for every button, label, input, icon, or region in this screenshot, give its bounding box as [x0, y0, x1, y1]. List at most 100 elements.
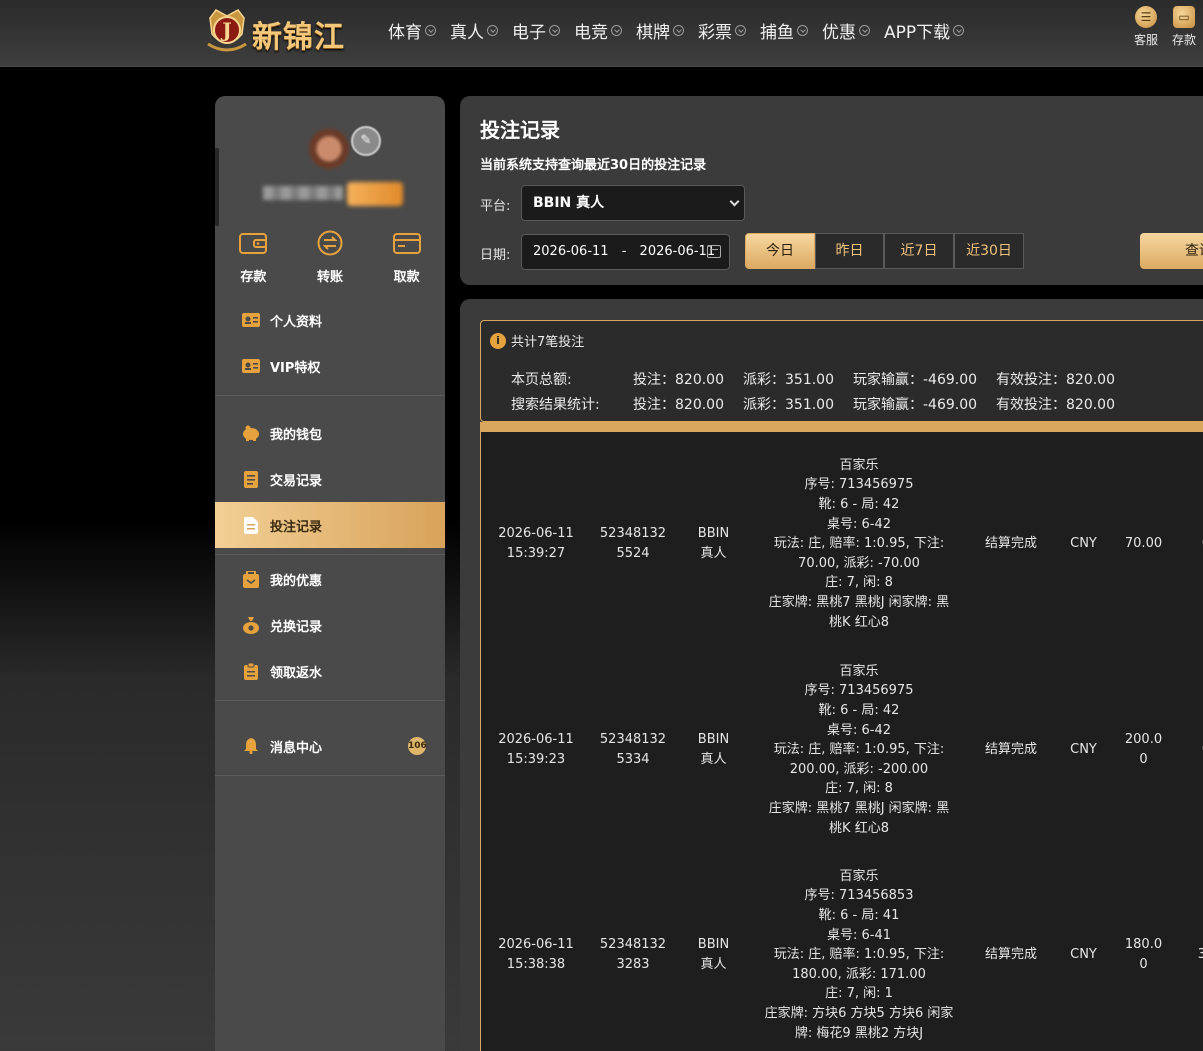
- nav-item[interactable]: 棋牌: [636, 18, 684, 43]
- bet-status-text: 结算完成: [984, 536, 1037, 552]
- sidebar-item-label: 我的优惠: [270, 573, 323, 589]
- platform-select[interactable]: BBIN 真人: [521, 185, 745, 221]
- nav-item-label: 棋牌: [636, 22, 670, 43]
- nav-item[interactable]: 捕鱼: [760, 18, 808, 43]
- bet-status-text: 结算完成: [984, 947, 1037, 963]
- customer-service-label: 客服: [1133, 33, 1158, 47]
- money-bag-icon: [242, 616, 260, 634]
- bet-detail-line: 靴: 6 - 局: 41: [818, 908, 900, 924]
- platform-label: 平台:: [480, 199, 511, 214]
- customer-service-button[interactable]: ☰ 客服: [1127, 6, 1165, 48]
- nav-item[interactable]: 优惠: [822, 18, 870, 43]
- sidebar-item[interactable]: 我的优惠: [215, 556, 445, 602]
- deposit-top-button[interactable]: ▭ 存款: [1165, 6, 1203, 48]
- sidebar-item[interactable]: 交易记录: [215, 456, 445, 502]
- nav-item[interactable]: 真人: [450, 18, 498, 43]
- bet-platform-lines: BBIN 真人: [698, 524, 729, 563]
- search-button[interactable]: 查询: [1140, 233, 1203, 269]
- bet-detail-line: 序号: 713456853: [804, 888, 914, 904]
- bet-time-line: 2026-06-11: [498, 732, 574, 748]
- deposit-label: 存款: [240, 270, 267, 285]
- summary-label: 搜索结果统计:: [511, 397, 600, 413]
- bet-status: 结算完成: [961, 650, 1061, 850]
- username-blurred: [263, 186, 343, 200]
- bet-id-line: 3283: [616, 957, 650, 972]
- withdraw-button[interactable]: 取款: [377, 230, 437, 285]
- transfer-button[interactable]: 转账: [300, 230, 360, 285]
- sidebar-item[interactable]: 投注记录: [215, 502, 445, 548]
- bet-amount-line: 0: [1139, 752, 1148, 767]
- nav-item[interactable]: APP下载: [884, 18, 965, 43]
- nav-item[interactable]: 体育: [388, 18, 436, 43]
- info-icon: i: [490, 332, 506, 349]
- sidebar-item[interactable]: VIP特权: [215, 343, 445, 389]
- sidebar-item-label: 我的钱包: [270, 427, 323, 443]
- bet-detail-line: 序号: 713456975: [804, 477, 914, 493]
- piggy-bank-icon: [242, 424, 260, 442]
- bet-detail-line: 序号: 713456975: [804, 683, 914, 699]
- bet-id: 52348132 5334: [584, 650, 682, 850]
- bet-currency-lines: CNY: [1070, 740, 1097, 760]
- summary-winloss: 玩家输赢：-469.00: [853, 372, 978, 388]
- bet-valid-amount-lines: 35: [1198, 945, 1203, 965]
- bet-amount: 200.0 0: [1111, 650, 1176, 850]
- bet-valid-amount: 0: [1176, 444, 1203, 644]
- bet-id-lines: 52348132 5524: [600, 524, 666, 563]
- site-logo[interactable]: J 新锦江: [200, 2, 360, 58]
- bet-detail-line: 靴: 6 - 局: 42: [818, 497, 900, 513]
- bet-id: 52348132 3283: [584, 855, 682, 1051]
- sidebar-scrollbar[interactable]: [215, 148, 219, 226]
- date-separator: -: [621, 244, 627, 259]
- sidebar-item[interactable]: 兑换记录: [215, 602, 445, 648]
- bet-currency-text: CNY: [1070, 742, 1097, 758]
- bet-id: 52348132 5524: [584, 444, 682, 644]
- clipboard-icon: [242, 662, 260, 680]
- nav-item[interactable]: 电子: [512, 18, 560, 43]
- nav-item[interactable]: 彩票: [698, 18, 746, 43]
- range-button[interactable]: 近30日: [954, 233, 1024, 269]
- quick-range-buttons: 今日 昨日 近7日 近30日: [745, 233, 1024, 269]
- bet-currency: CNY: [1051, 444, 1116, 644]
- sidebar-item[interactable]: 我的钱包: [215, 410, 445, 456]
- bet-time-lines: 2026-06-11 15:39:27: [498, 524, 574, 563]
- avatar[interactable]: [303, 129, 355, 181]
- quick-actions: 存款 转账 取款: [215, 230, 445, 285]
- bet-currency-text: CNY: [1070, 536, 1097, 552]
- bet-platform-line: 真人: [700, 752, 727, 767]
- range-button[interactable]: 近7日: [884, 233, 954, 269]
- chevron-down-icon: [735, 24, 746, 36]
- menu-group: 我的优惠兑换记录领取返水: [215, 552, 445, 701]
- bell-icon: [242, 737, 260, 755]
- calendar-icon: [707, 245, 721, 258]
- bet-detail-line: 玩法: 庄, 赔率: 1:0.95, 下注:: [773, 742, 945, 758]
- bet-amount-lines: 70.00: [1125, 534, 1162, 554]
- bet-amount: 180.0 0: [1111, 855, 1176, 1051]
- bet-time: 2026-06-11 15:39:23: [481, 650, 591, 850]
- bet-currency-lines: CNY: [1070, 534, 1097, 554]
- deposit-button[interactable]: 存款: [223, 230, 283, 285]
- bet-detail-line: 庄: 7, 闲: 8: [825, 575, 893, 591]
- date-range-picker[interactable]: 2026-06-11 - 2026-06-11: [521, 234, 730, 270]
- nav-item[interactable]: 电竞: [574, 18, 622, 43]
- record-count-text: 共计7笔投注: [511, 335, 585, 350]
- bet-status-lines: 结算完成: [985, 945, 1037, 965]
- sidebar-item[interactable]: 个人资料: [215, 297, 445, 343]
- range-button[interactable]: 昨日: [815, 233, 884, 269]
- withdraw-label: 取款: [393, 270, 420, 285]
- edit-avatar-icon[interactable]: ✎: [351, 126, 381, 156]
- sidebar-item[interactable]: 消息中心 106: [215, 723, 445, 769]
- sidebar-item-label: 兑换记录: [270, 619, 323, 635]
- summary-payout: 派彩：351.00: [743, 372, 834, 388]
- bet-detail: 百家乐 序号: 713456853 靴: 6 - 局: 41 桌号: 6-41 玩法: …: [749, 855, 969, 1051]
- bet-amount-lines: 180.0 0: [1125, 935, 1162, 974]
- chevron-down-icon: [953, 24, 965, 36]
- bet-platform-line: BBIN: [697, 937, 730, 953]
- platform-select-value: BBIN 真人: [533, 195, 605, 211]
- svg-text:J: J: [220, 18, 231, 42]
- range-button[interactable]: 今日: [745, 233, 815, 269]
- summary-valid-bet: 有效投注：820.00: [996, 397, 1115, 413]
- sidebar-item[interactable]: 领取返水: [215, 648, 445, 694]
- chevron-down-icon: [729, 196, 740, 207]
- bet-time-line: 15:39:23: [506, 752, 566, 767]
- vip-card-icon: [242, 357, 260, 375]
